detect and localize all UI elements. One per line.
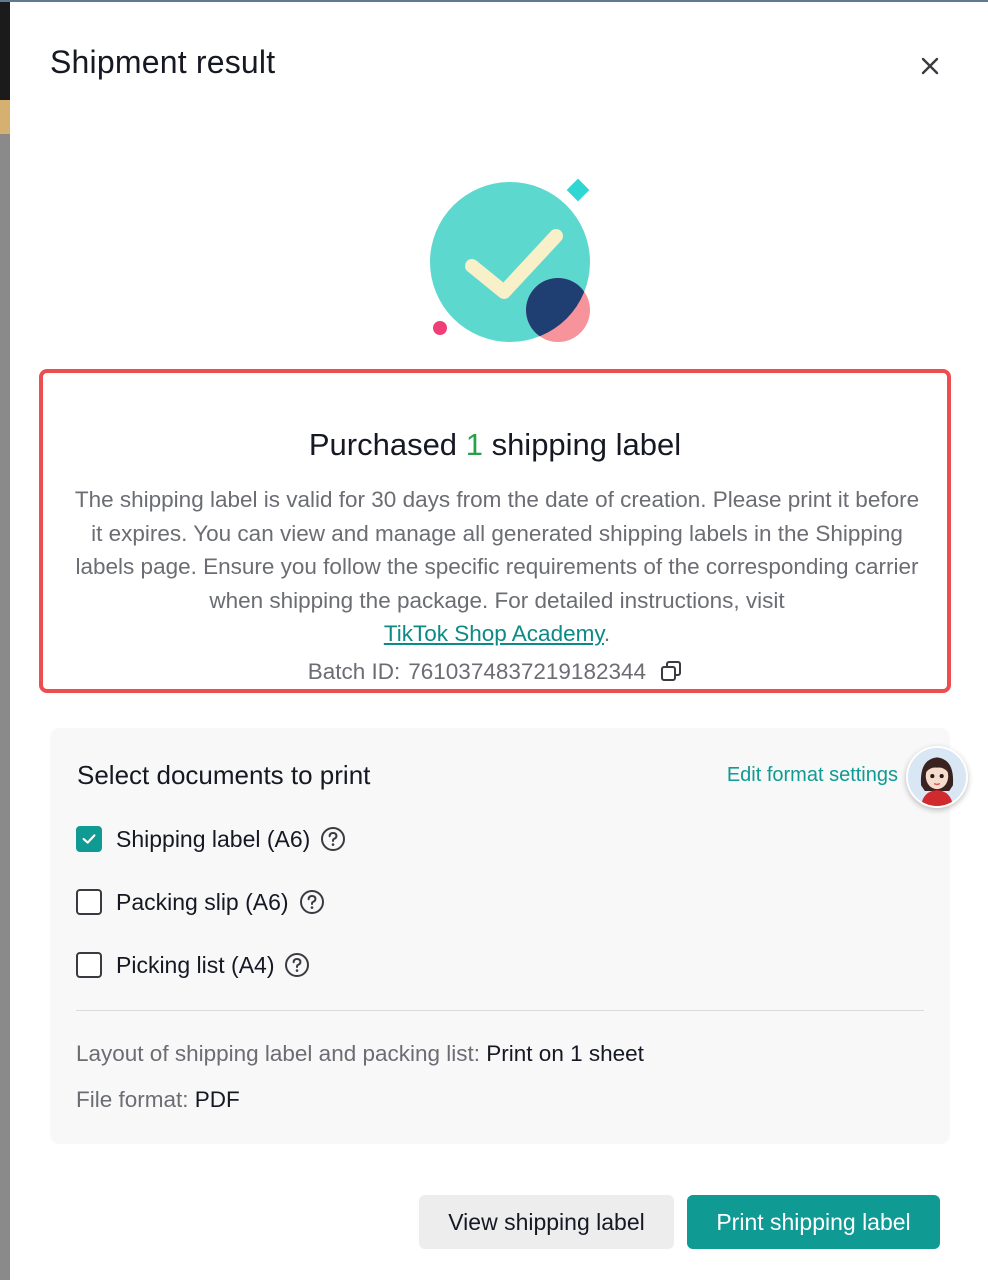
- batch-id-value: 7610374837219182344: [408, 659, 647, 684]
- layout-info: Layout of shipping label and packing lis…: [76, 1041, 644, 1067]
- doc-option-picking-list[interactable]: Picking list (A4): [76, 950, 310, 980]
- question-circle-icon[interactable]: [284, 952, 310, 978]
- batch-id-row: Batch ID: 7610374837219182344: [43, 659, 947, 685]
- doc-option-shipping-label[interactable]: Shipping label (A6): [76, 824, 346, 854]
- view-shipping-label-button[interactable]: View shipping label: [419, 1195, 674, 1249]
- assistant-avatar-icon: [908, 748, 966, 806]
- question-circle-icon[interactable]: [299, 889, 325, 915]
- label-count: 1: [465, 427, 483, 462]
- packing-slip-checkbox[interactable]: [76, 889, 102, 915]
- background-dark-area: [0, 0, 10, 100]
- result-description: The shipping label is valid for 30 days …: [71, 483, 923, 651]
- tiktok-shop-academy-link[interactable]: TikTok Shop Academy: [384, 621, 604, 646]
- layout-label: Layout of shipping label and packing lis…: [76, 1041, 481, 1066]
- description-text: The shipping label is valid for 30 days …: [74, 487, 920, 613]
- edit-format-settings-link[interactable]: Edit format settings: [727, 764, 898, 787]
- packing-slip-option-label: Packing slip (A6): [116, 888, 289, 915]
- link-suffix: .: [603, 621, 611, 646]
- copy-icon[interactable]: [660, 660, 682, 682]
- layout-value: Print on 1 sheet: [486, 1041, 644, 1066]
- file-format-value: PDF: [194, 1087, 240, 1112]
- shipping-label-option-label: Shipping label (A6): [116, 825, 311, 852]
- shipment-result-modal: Shipment result Purchased 1 shipping lab…: [10, 2, 988, 1280]
- file-format-label: File format:: [76, 1087, 189, 1112]
- batch-id-label: Batch ID:: [307, 659, 401, 684]
- modal-title: Shipment result: [50, 44, 276, 80]
- close-button[interactable]: [914, 50, 946, 82]
- assistant-avatar[interactable]: [906, 746, 968, 808]
- heading-prefix: Purchased: [308, 427, 458, 462]
- heading-suffix: shipping label: [491, 427, 682, 462]
- background-tan-area: [0, 100, 10, 134]
- shipping-label-checkbox[interactable]: [76, 826, 102, 852]
- doc-option-packing-slip[interactable]: Packing slip (A6): [76, 887, 325, 917]
- documents-divider: [76, 1010, 924, 1011]
- result-summary-box: Purchased 1 shipping label The shipping …: [39, 369, 951, 693]
- file-format-info: File format: PDF: [76, 1087, 240, 1113]
- picking-list-checkbox[interactable]: [76, 952, 102, 978]
- success-illustration: [430, 178, 590, 342]
- question-circle-icon[interactable]: [320, 826, 346, 852]
- close-icon: [921, 57, 939, 75]
- picking-list-option-label: Picking list (A4): [116, 951, 275, 978]
- background-page-strip: [0, 0, 10, 1280]
- documents-panel: Select documents to print Edit format se…: [50, 728, 968, 1144]
- result-heading: Purchased 1 shipping label: [43, 427, 947, 463]
- documents-title: Select documents to print: [77, 760, 371, 790]
- checkmark-icon: [82, 834, 96, 844]
- print-shipping-label-button[interactable]: Print shipping label: [687, 1195, 940, 1249]
